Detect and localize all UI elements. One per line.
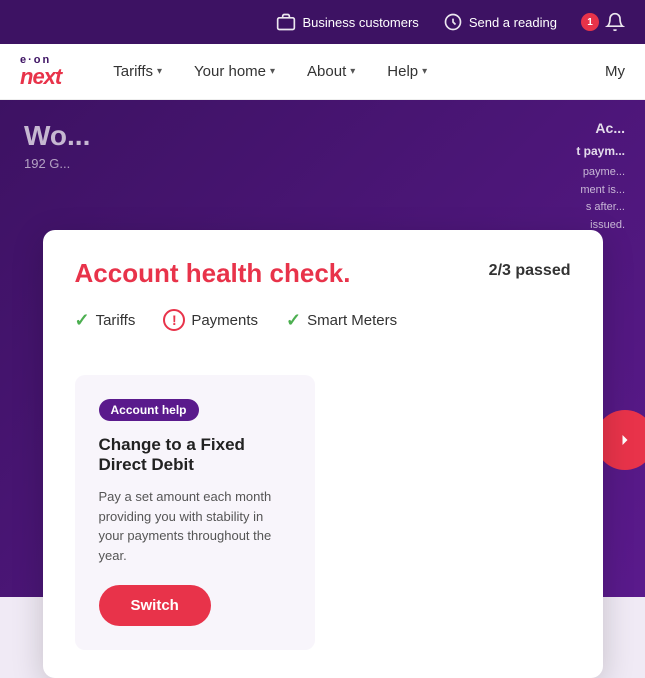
payments-warning-icon: ! — [163, 309, 185, 331]
switch-button[interactable]: Switch — [99, 585, 211, 626]
modal-passed: 2/3 passed — [489, 262, 571, 280]
modal-title: Account health check. — [75, 258, 351, 289]
health-check-modal: Account health check. 2/3 passed ✓ Tarif… — [43, 230, 603, 678]
about-label: About — [307, 63, 346, 80]
about-chevron: ▾ — [350, 66, 355, 77]
notification-badge: 1 — [581, 13, 599, 31]
account-help-card: Account help Change to a Fixed Direct De… — [75, 375, 315, 650]
nav-about[interactable]: About ▾ — [295, 55, 367, 88]
card-description: Pay a set amount each month providing yo… — [99, 487, 291, 565]
check-payments: ! Payments — [163, 309, 258, 331]
nav-help[interactable]: Help ▾ — [375, 55, 439, 88]
tariffs-chevron: ▾ — [157, 66, 162, 77]
card-title: Change to a Fixed Direct Debit — [99, 435, 291, 475]
payment-title: t paym... — [425, 144, 625, 158]
notifications-link[interactable]: 1 — [581, 12, 625, 32]
check-tariffs: ✓ Tariffs — [75, 309, 136, 331]
modal-header: Account health check. 2/3 passed — [75, 258, 571, 289]
nav-tariffs[interactable]: Tariffs ▾ — [101, 55, 174, 88]
top-bar: Business customers Send a reading 1 — [0, 0, 645, 44]
your-home-label: Your home — [194, 63, 266, 80]
account-label: Ac... — [425, 120, 625, 136]
check-smart-meters: ✓ Smart Meters — [286, 309, 397, 331]
briefcase-icon — [276, 12, 296, 32]
modal-overlay: Account health check. 2/3 passed ✓ Tarif… — [0, 200, 645, 597]
smart-meters-check-label: Smart Meters — [307, 312, 397, 329]
logo[interactable]: e·on next — [20, 55, 61, 88]
help-chevron: ▾ — [422, 66, 427, 77]
send-reading-link[interactable]: Send a reading — [443, 12, 557, 32]
help-label: Help — [387, 63, 418, 80]
nav-my[interactable]: My — [605, 63, 625, 80]
send-reading-label: Send a reading — [469, 15, 557, 30]
business-customers-link[interactable]: Business customers — [276, 12, 418, 32]
business-customers-label: Business customers — [302, 15, 418, 30]
bg-content: Wo... 192 G... Ac... t paym... payme...m… — [0, 100, 645, 597]
bell-icon — [605, 12, 625, 32]
check-items: ✓ Tariffs ! Payments ✓ Smart Meters — [75, 309, 571, 351]
tariffs-label: Tariffs — [113, 63, 153, 80]
card-tag: Account help — [99, 399, 199, 421]
nav-your-home[interactable]: Your home ▾ — [182, 55, 287, 88]
meter-icon — [443, 12, 463, 32]
your-home-chevron: ▾ — [270, 66, 275, 77]
nav-items: Tariffs ▾ Your home ▾ About ▾ Help ▾ — [101, 55, 439, 88]
smart-meters-check-icon: ✓ — [286, 310, 301, 331]
payments-check-label: Payments — [191, 312, 258, 329]
tariffs-check-label: Tariffs — [96, 312, 136, 329]
logo-next: next — [20, 66, 61, 88]
tariffs-check-icon: ✓ — [75, 310, 90, 331]
nav-bar: e·on next Tariffs ▾ Your home ▾ About ▾ … — [0, 44, 645, 100]
